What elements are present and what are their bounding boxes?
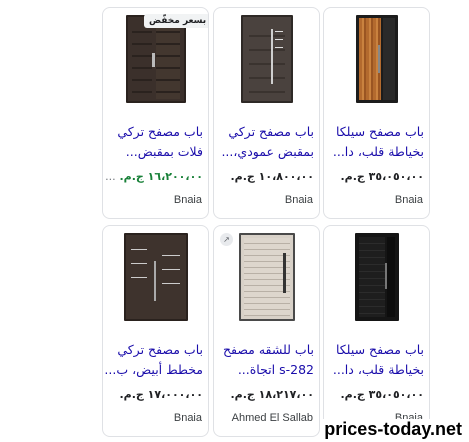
seller-name: Bnaia (284, 194, 313, 206)
product-price: ١٧،٠٠٠،٠٠ ج.م. (119, 388, 203, 401)
door-image (123, 232, 188, 321)
product-card[interactable]: باب مصفح سيلكا بخياطة قلب، دا... ٣٥،٠٥٠،… (323, 225, 430, 437)
seller-name: Bnaia (173, 412, 202, 424)
product-title[interactable]: باب مصفح تركي فلات بمقبض... (105, 122, 203, 162)
door-image (355, 14, 398, 103)
seller-name: Bnaia (173, 194, 202, 206)
discount-badge: بسعر مخفّض (144, 14, 208, 28)
product-price: ١٦،٢٠٠،٠٠ ج.م. ... (105, 170, 203, 183)
product-title[interactable]: باب مصفح سيلكا بخياطة قلب، دا... (326, 340, 424, 380)
product-price: ٣٥،٠٥٠،٠٠ ج.م. (340, 170, 424, 183)
visual-search-icon[interactable]: ↗ (220, 233, 233, 246)
product-image[interactable] (103, 226, 208, 321)
seller-name: Ahmed El Sallab (231, 412, 313, 424)
door-image (238, 232, 295, 321)
product-image[interactable] (324, 226, 429, 321)
product-card[interactable]: ↗ باب للشقه مصفح s-282 اتجاة... ١٨،٢١٧،٠… (213, 225, 320, 437)
product-card[interactable]: باب مصفح تركي مخطط أبيض، ب... ١٧،٠٠٠،٠٠ … (102, 225, 209, 437)
product-title[interactable]: باب مصفح تركي بمقبض عمودي،... (216, 122, 314, 162)
door-image (240, 14, 293, 103)
product-card[interactable]: بسعر مخفّض باب مصفح تركي فلات بمقبض... ١… (102, 7, 209, 219)
door-image (354, 232, 399, 321)
product-image[interactable] (214, 8, 319, 103)
site-watermark: prices-today.net (322, 419, 464, 440)
seller-name: Bnaia (394, 194, 423, 206)
product-price: ١٠،٨٠٠،٠٠ ج.م. (230, 170, 314, 183)
product-card[interactable]: باب مصفح سيلكا بخياطة قلب، دا... ٣٥،٠٥٠،… (323, 7, 430, 219)
product-price: ٣٥،٠٥٠،٠٠ ج.م. (340, 388, 424, 401)
product-card[interactable]: باب مصفح تركي بمقبض عمودي،... ١٠،٨٠٠،٠٠ … (213, 7, 320, 219)
product-title[interactable]: باب مصفح تركي مخطط أبيض، ب... (105, 340, 203, 380)
product-image[interactable] (324, 8, 429, 103)
product-title[interactable]: باب مصفح سيلكا بخياطة قلب، دا... (326, 122, 424, 162)
product-price: ١٨،٢١٧،٠٠ ج.م. (230, 388, 314, 401)
product-title[interactable]: باب للشقه مصفح s-282 اتجاة... (216, 340, 314, 380)
